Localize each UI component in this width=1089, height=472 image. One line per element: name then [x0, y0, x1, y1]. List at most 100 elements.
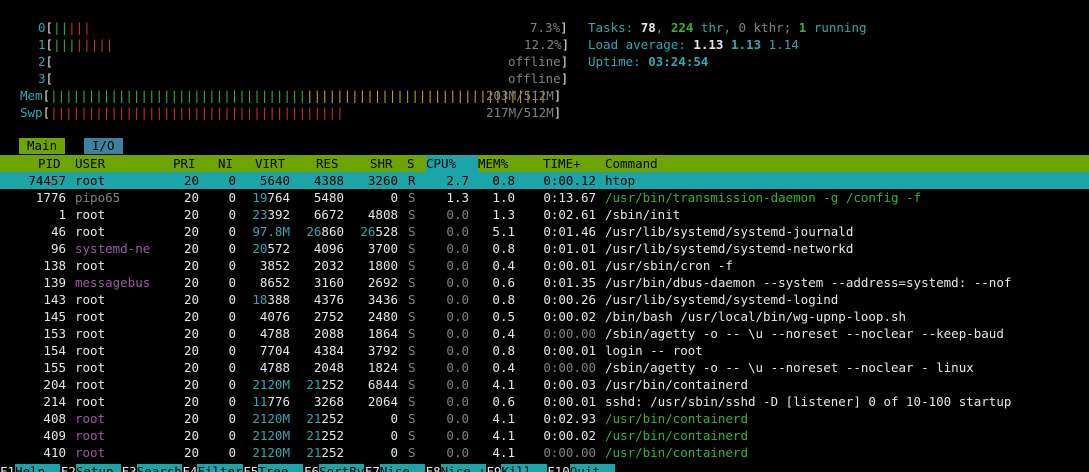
table-row[interactable]: 1 root 20 0 23392 6672 4808 S 0.0 1.3 0:02.61/sbin… — [0, 206, 1089, 223]
cell-virt: 7704 — [259, 343, 290, 358]
table-row[interactable]: 96 systemd-ne 20 0 20572 4096 3700 S 0.0 0.8 0:01.… — [0, 240, 1089, 257]
fkey-f2[interactable]: F2Setup — [60, 463, 122, 472]
table-row[interactable]: 145 root 20 0 4076 2752 2480 S 0.0 0.5 0:00.02/bin… — [0, 308, 1089, 325]
cell-time: 0:02.61 — [543, 207, 596, 222]
cell-mem: 4.1 — [492, 377, 515, 392]
cell-cmd: htop — [605, 173, 636, 188]
cell-ni: 0 — [228, 292, 236, 307]
tab-main[interactable]: Main — [19, 138, 66, 154]
fkey-f1[interactable]: F1Help — [0, 463, 61, 472]
cell-cmd: /sbin/agetty -o -- \u --noreset --noclea… — [605, 360, 974, 375]
fkey-f8[interactable]: F8Nice + — [425, 463, 486, 472]
cell-res: 21252 — [306, 411, 344, 426]
cell-time: 0:00.00 — [543, 445, 596, 460]
cell-mem: 0.5 — [492, 309, 515, 324]
cell-pri: 20 — [183, 275, 199, 290]
cell-ni: 0 — [228, 445, 236, 460]
cell-pri: 20 — [183, 428, 199, 443]
cell-ni: 0 — [228, 241, 236, 256]
table-row[interactable]: 138 root 20 0 3852 2032 1800 S 0.0 0.4 0:00.01/usr… — [0, 257, 1089, 274]
table-row[interactable]: 155 root 20 0 4788 2048 1824 S 0.0 0.4 0:00.00/sbi… — [0, 359, 1089, 376]
cell-pri: 20 — [183, 394, 199, 409]
col-ni[interactable]: NI — [218, 155, 233, 172]
table-row[interactable]: 410 root 20 0 2120M 21252 0 S 0.0 4.1 0:00.00/usr/… — [0, 444, 1089, 461]
col-s[interactable]: S — [407, 155, 415, 172]
cell-cmd: /usr/lib/systemd/systemd-networkd — [605, 241, 854, 256]
cell-virt: 4788 — [259, 326, 290, 341]
cell-time: 0:02.93 — [543, 411, 596, 426]
cell-shr: 3260 — [367, 173, 398, 188]
cpu-meter-3: 3[ — [38, 71, 54, 86]
fkey-f3[interactable]: F3Search — [121, 463, 182, 472]
fkey-f10[interactable]: F10Quit — [547, 463, 615, 472]
col-cpu[interactable]: CPU% — [426, 155, 478, 172]
cell-pid: 139 — [43, 275, 66, 290]
cell-pid: 214 — [43, 394, 66, 409]
cell-user: root — [75, 428, 106, 443]
cell-s: S — [408, 292, 416, 307]
col-user[interactable]: USER — [75, 155, 105, 172]
cell-res: 26860 — [306, 224, 344, 239]
cell-ni: 0 — [228, 258, 236, 273]
table-row[interactable]: 139 messagebus 20 0 8652 3160 2692 S 0.0 0.6 0:01.… — [0, 274, 1089, 291]
col-command[interactable]: Command — [605, 155, 658, 172]
cell-ni: 0 — [228, 190, 236, 205]
col-res[interactable]: RES — [316, 155, 339, 172]
table-row[interactable]: 204 root 20 0 2120M 21252 6844 S 0.0 4.1 0:00.03/u… — [0, 376, 1089, 393]
col-pid[interactable]: PID — [38, 155, 61, 172]
cell-user: root — [75, 445, 106, 460]
swp-meter: Swp[||||||||||||||||||||||||||||||||||||… — [20, 105, 344, 120]
cell-virt: 11776 — [252, 394, 290, 409]
table-row[interactable]: 154 root 20 0 7704 4384 3792 S 0.0 0.8 0:00.01 logi… — [0, 342, 1089, 359]
cell-ni: 0 — [228, 428, 236, 443]
cell-s: S — [408, 326, 416, 341]
cell-user: root — [75, 411, 106, 426]
mem-meter: Mem[||||||||||||||||||||||||||||||||||||… — [20, 88, 547, 103]
cell-user: systemd-ne — [75, 241, 151, 256]
cell-ni: 0 — [228, 173, 236, 188]
col-mem[interactable]: MEM% — [478, 155, 508, 172]
cell-res: 4096 — [313, 241, 344, 256]
cell-shr: 4808 — [367, 207, 398, 222]
cell-s: S — [408, 360, 416, 375]
cell-user: root — [75, 309, 106, 324]
col-pri[interactable]: PRI — [173, 155, 196, 172]
col-shr[interactable]: SHR — [370, 155, 393, 172]
tab-io[interactable]: I/O — [84, 138, 123, 154]
table-row[interactable]: 1776 pipo65 20 0 19764 5480 0 S 1.3 1.0 0:13.67/us… — [0, 189, 1089, 206]
cell-shr: 0 — [390, 190, 398, 205]
cell-res: 21252 — [306, 445, 344, 460]
cell-s: S — [408, 224, 416, 239]
table-row[interactable]: 74457 root 20 0 5640 4388 3260 R 2.7 0.8 0:00.12 ht… — [0, 172, 1089, 189]
table-row[interactable]: 408 root 20 0 2120M 21252 0 S 0.0 4.1 0:02.93/usr/… — [0, 410, 1089, 427]
fkey-f5[interactable]: F5Tree — [243, 463, 304, 472]
fkey-f7[interactable]: F7Nice - — [364, 463, 426, 472]
table-row[interactable]: 409 root 20 0 2120M 21252 0 S 0.0 4.1 0:00.02/usr/… — [0, 427, 1089, 444]
cell-s: S — [408, 309, 416, 324]
cell-time: 0:01.01 — [543, 241, 596, 256]
cpu-value-0: 7.3%] — [530, 20, 568, 35]
table-row[interactable]: 46 root 20 0 97.8M 26860 26528 S 0.0 5.1 0:01.46/u… — [0, 223, 1089, 240]
cell-s: S — [408, 377, 416, 392]
cell-cpu: 0.0 — [446, 309, 469, 324]
table-row[interactable]: 143 root 20 0 18388 4376 3436 S 0.0 0.8 0:00.26/us… — [0, 291, 1089, 308]
cell-s: S — [408, 258, 416, 273]
cell-user: pipo65 — [75, 190, 121, 205]
cell-res: 21252 — [306, 377, 344, 392]
cell-pri: 20 — [183, 445, 199, 460]
cell-shr: 0 — [390, 411, 398, 426]
fkey-f4[interactable]: F4Filter — [182, 463, 243, 472]
cell-ni: 0 — [228, 207, 236, 222]
cell-mem: 0.8 — [492, 241, 515, 256]
col-time[interactable]: TIME+ — [543, 155, 581, 172]
table-row[interactable]: 214 root 20 0 11776 3268 2064 S 0.0 0.6 0:00.01 ssh… — [0, 393, 1089, 410]
fkey-f6[interactable]: F6SortBy — [304, 463, 365, 472]
fkey-f9[interactable]: F9Kill — [486, 463, 547, 472]
cell-pri: 20 — [183, 173, 199, 188]
cell-cmd: /usr/bin/containerd — [605, 445, 748, 460]
cell-ni: 0 — [228, 343, 236, 358]
col-virt[interactable]: VIRT — [255, 155, 285, 172]
table-row[interactable]: 153 root 20 0 4788 2088 1864 S 0.0 0.4 0:00.00/sbi… — [0, 325, 1089, 342]
cell-pid: 143 — [43, 292, 66, 307]
cpu-bar: |||||||| — [53, 37, 114, 52]
